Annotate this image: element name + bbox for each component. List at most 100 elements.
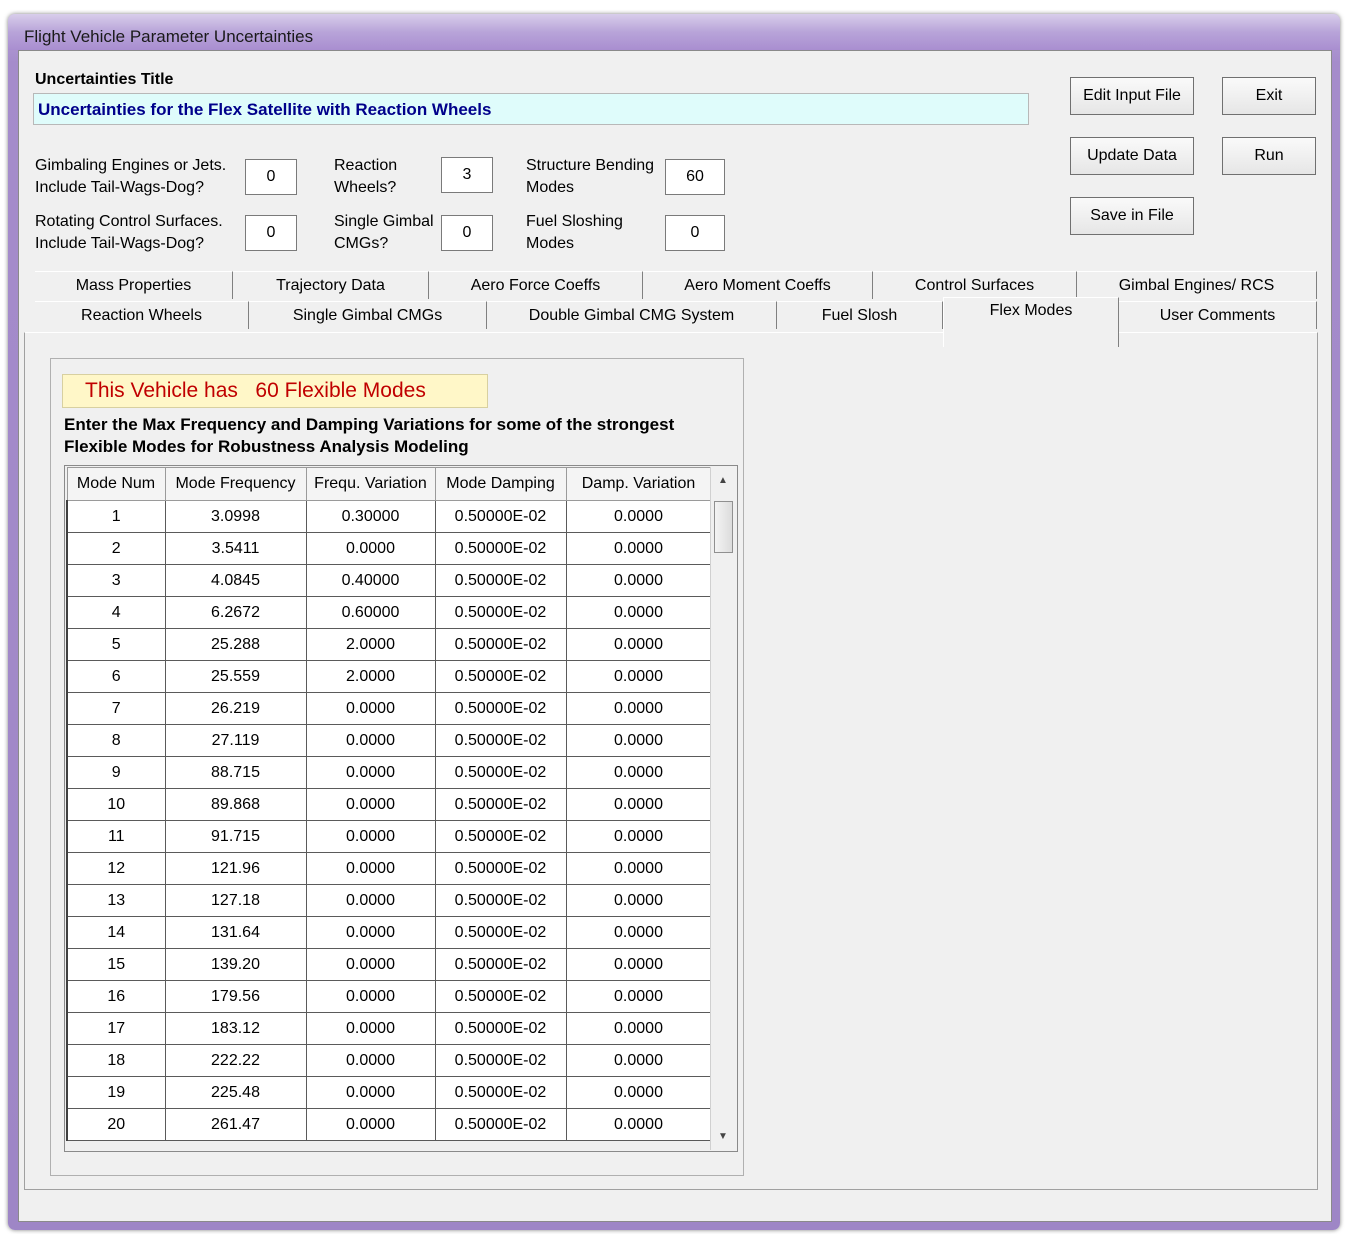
tab-flex-modes[interactable]: Flex Modes	[943, 297, 1119, 347]
mode-damping-cell[interactable]: 0.50000E-02	[434, 1012, 567, 1045]
mode-frequency-cell[interactable]: 25.559	[164, 660, 307, 693]
frequ-variation-cell[interactable]: 0.0000	[305, 724, 436, 757]
table-row[interactable]: 17 183.12 0.0000 0.50000E-02 0.0000	[66, 1012, 712, 1045]
frequ-variation-cell[interactable]: 0.0000	[305, 1108, 436, 1141]
frequ-variation-cell[interactable]: 0.0000	[305, 820, 436, 853]
mode-damping-cell[interactable]: 0.50000E-02	[434, 916, 567, 949]
exit-button[interactable]: Exit	[1222, 77, 1316, 115]
damp-variation-cell[interactable]: 0.0000	[565, 660, 712, 693]
tab-fuel-slosh[interactable]: Fuel Slosh	[777, 301, 943, 329]
mode-damping-cell[interactable]: 0.50000E-02	[434, 1076, 567, 1109]
damp-variation-cell[interactable]: 0.0000	[565, 724, 712, 757]
table-row[interactable]: 13 127.18 0.0000 0.50000E-02 0.0000	[66, 884, 712, 917]
frequ-variation-cell[interactable]: 0.0000	[305, 532, 436, 565]
table-row[interactable]: 1 3.0998 0.30000 0.50000E-02 0.0000	[66, 500, 712, 533]
mode-frequency-cell[interactable]: 261.47	[164, 1108, 307, 1141]
frequ-variation-cell[interactable]: 2.0000	[305, 628, 436, 661]
table-row[interactable]: 11 91.715 0.0000 0.50000E-02 0.0000	[66, 820, 712, 853]
uncertainties-title-input[interactable]: Uncertainties for the Flex Satellite wit…	[33, 93, 1029, 125]
tab-reaction-wheels[interactable]: Reaction Wheels	[35, 301, 249, 329]
damp-variation-cell[interactable]: 0.0000	[565, 628, 712, 661]
tab-single-gimbal-cmgs[interactable]: Single Gimbal CMGs	[249, 301, 487, 329]
table-row[interactable]: 12 121.96 0.0000 0.50000E-02 0.0000	[66, 852, 712, 885]
frequ-variation-cell[interactable]: 0.60000	[305, 596, 436, 629]
frequ-variation-cell[interactable]: 0.0000	[305, 916, 436, 949]
col-frequ-variation[interactable]: Frequ. Variation	[305, 467, 436, 501]
mode-num-cell[interactable]: 12	[66, 852, 166, 885]
mode-damping-cell[interactable]: 0.50000E-02	[434, 1044, 567, 1077]
damp-variation-cell[interactable]: 0.0000	[565, 532, 712, 565]
scroll-thumb[interactable]	[714, 501, 733, 553]
rotating-surfaces-input[interactable]: 0	[245, 215, 297, 251]
damp-variation-cell[interactable]: 0.0000	[565, 564, 712, 597]
table-row[interactable]: 20 261.47 0.0000 0.50000E-02 0.0000	[66, 1108, 712, 1141]
frequ-variation-cell[interactable]: 0.0000	[305, 980, 436, 1013]
mode-damping-cell[interactable]: 0.50000E-02	[434, 660, 567, 693]
table-row[interactable]: 6 25.559 2.0000 0.50000E-02 0.0000	[66, 660, 712, 693]
table-row[interactable]: 9 88.715 0.0000 0.50000E-02 0.0000	[66, 756, 712, 789]
frequ-variation-cell[interactable]: 0.0000	[305, 1076, 436, 1109]
mode-frequency-cell[interactable]: 26.219	[164, 692, 307, 725]
damp-variation-cell[interactable]: 0.0000	[565, 916, 712, 949]
mode-frequency-cell[interactable]: 4.0845	[164, 564, 307, 597]
damp-variation-cell[interactable]: 0.0000	[565, 1012, 712, 1045]
mode-num-cell[interactable]: 7	[66, 692, 166, 725]
damp-variation-cell[interactable]: 0.0000	[565, 948, 712, 981]
mode-frequency-cell[interactable]: 88.715	[164, 756, 307, 789]
mode-frequency-cell[interactable]: 183.12	[164, 1012, 307, 1045]
mode-damping-cell[interactable]: 0.50000E-02	[434, 724, 567, 757]
col-damp-variation[interactable]: Damp. Variation	[565, 467, 712, 501]
title-bar[interactable]: Flight Vehicle Parameter Uncertainties	[8, 14, 1340, 50]
mode-num-cell[interactable]: 13	[66, 884, 166, 917]
tab-aero-moment-coeffs[interactable]: Aero Moment Coeffs	[643, 271, 873, 299]
mode-num-cell[interactable]: 9	[66, 756, 166, 789]
mode-frequency-cell[interactable]: 139.20	[164, 948, 307, 981]
table-row[interactable]: 18 222.22 0.0000 0.50000E-02 0.0000	[66, 1044, 712, 1077]
damp-variation-cell[interactable]: 0.0000	[565, 852, 712, 885]
mode-num-cell[interactable]: 18	[66, 1044, 166, 1077]
mode-damping-cell[interactable]: 0.50000E-02	[434, 1108, 567, 1141]
table-row[interactable]: 16 179.56 0.0000 0.50000E-02 0.0000	[66, 980, 712, 1013]
table-row[interactable]: 8 27.119 0.0000 0.50000E-02 0.0000	[66, 724, 712, 757]
frequ-variation-cell[interactable]: 0.0000	[305, 756, 436, 789]
mode-num-cell[interactable]: 20	[66, 1108, 166, 1141]
mode-num-cell[interactable]: 19	[66, 1076, 166, 1109]
col-mode-damping[interactable]: Mode Damping	[434, 467, 567, 501]
table-row[interactable]: 5 25.288 2.0000 0.50000E-02 0.0000	[66, 628, 712, 661]
damp-variation-cell[interactable]: 0.0000	[565, 980, 712, 1013]
col-mode-frequency[interactable]: Mode Frequency	[164, 467, 307, 501]
save-in-file-button[interactable]: Save in File	[1070, 197, 1194, 235]
mode-num-cell[interactable]: 5	[66, 628, 166, 661]
mode-damping-cell[interactable]: 0.50000E-02	[434, 596, 567, 629]
sloshing-modes-input[interactable]: 0	[665, 215, 725, 251]
mode-frequency-cell[interactable]: 25.288	[164, 628, 307, 661]
damp-variation-cell[interactable]: 0.0000	[565, 500, 712, 533]
frequ-variation-cell[interactable]: 0.30000	[305, 500, 436, 533]
mode-num-cell[interactable]: 8	[66, 724, 166, 757]
tab-double-gimbal-cmg-system[interactable]: Double Gimbal CMG System	[487, 301, 777, 329]
table-row[interactable]: 7 26.219 0.0000 0.50000E-02 0.0000	[66, 692, 712, 725]
mode-num-cell[interactable]: 1	[66, 500, 166, 533]
mode-frequency-cell[interactable]: 222.22	[164, 1044, 307, 1077]
frequ-variation-cell[interactable]: 2.0000	[305, 660, 436, 693]
mode-frequency-cell[interactable]: 89.868	[164, 788, 307, 821]
mode-frequency-cell[interactable]: 179.56	[164, 980, 307, 1013]
tab-gimbal-engines-rcs[interactable]: Gimbal Engines/ RCS	[1077, 271, 1317, 299]
mode-damping-cell[interactable]: 0.50000E-02	[434, 820, 567, 853]
table-row[interactable]: 2 3.5411 0.0000 0.50000E-02 0.0000	[66, 532, 712, 565]
mode-damping-cell[interactable]: 0.50000E-02	[434, 692, 567, 725]
damp-variation-cell[interactable]: 0.0000	[565, 1076, 712, 1109]
frequ-variation-cell[interactable]: 0.0000	[305, 788, 436, 821]
frequ-variation-cell[interactable]: 0.0000	[305, 692, 436, 725]
tab-mass-properties[interactable]: Mass Properties	[35, 271, 233, 299]
table-row[interactable]: 14 131.64 0.0000 0.50000E-02 0.0000	[66, 916, 712, 949]
mode-num-cell[interactable]: 6	[66, 660, 166, 693]
mode-damping-cell[interactable]: 0.50000E-02	[434, 756, 567, 789]
scroll-up-icon[interactable]: ▲	[718, 475, 728, 486]
mode-num-cell[interactable]: 15	[66, 948, 166, 981]
mode-frequency-cell[interactable]: 6.2672	[164, 596, 307, 629]
mode-frequency-cell[interactable]: 131.64	[164, 916, 307, 949]
single-gimbal-input[interactable]: 0	[441, 215, 493, 251]
run-button[interactable]: Run	[1222, 137, 1316, 175]
mode-frequency-cell[interactable]: 3.0998	[164, 500, 307, 533]
